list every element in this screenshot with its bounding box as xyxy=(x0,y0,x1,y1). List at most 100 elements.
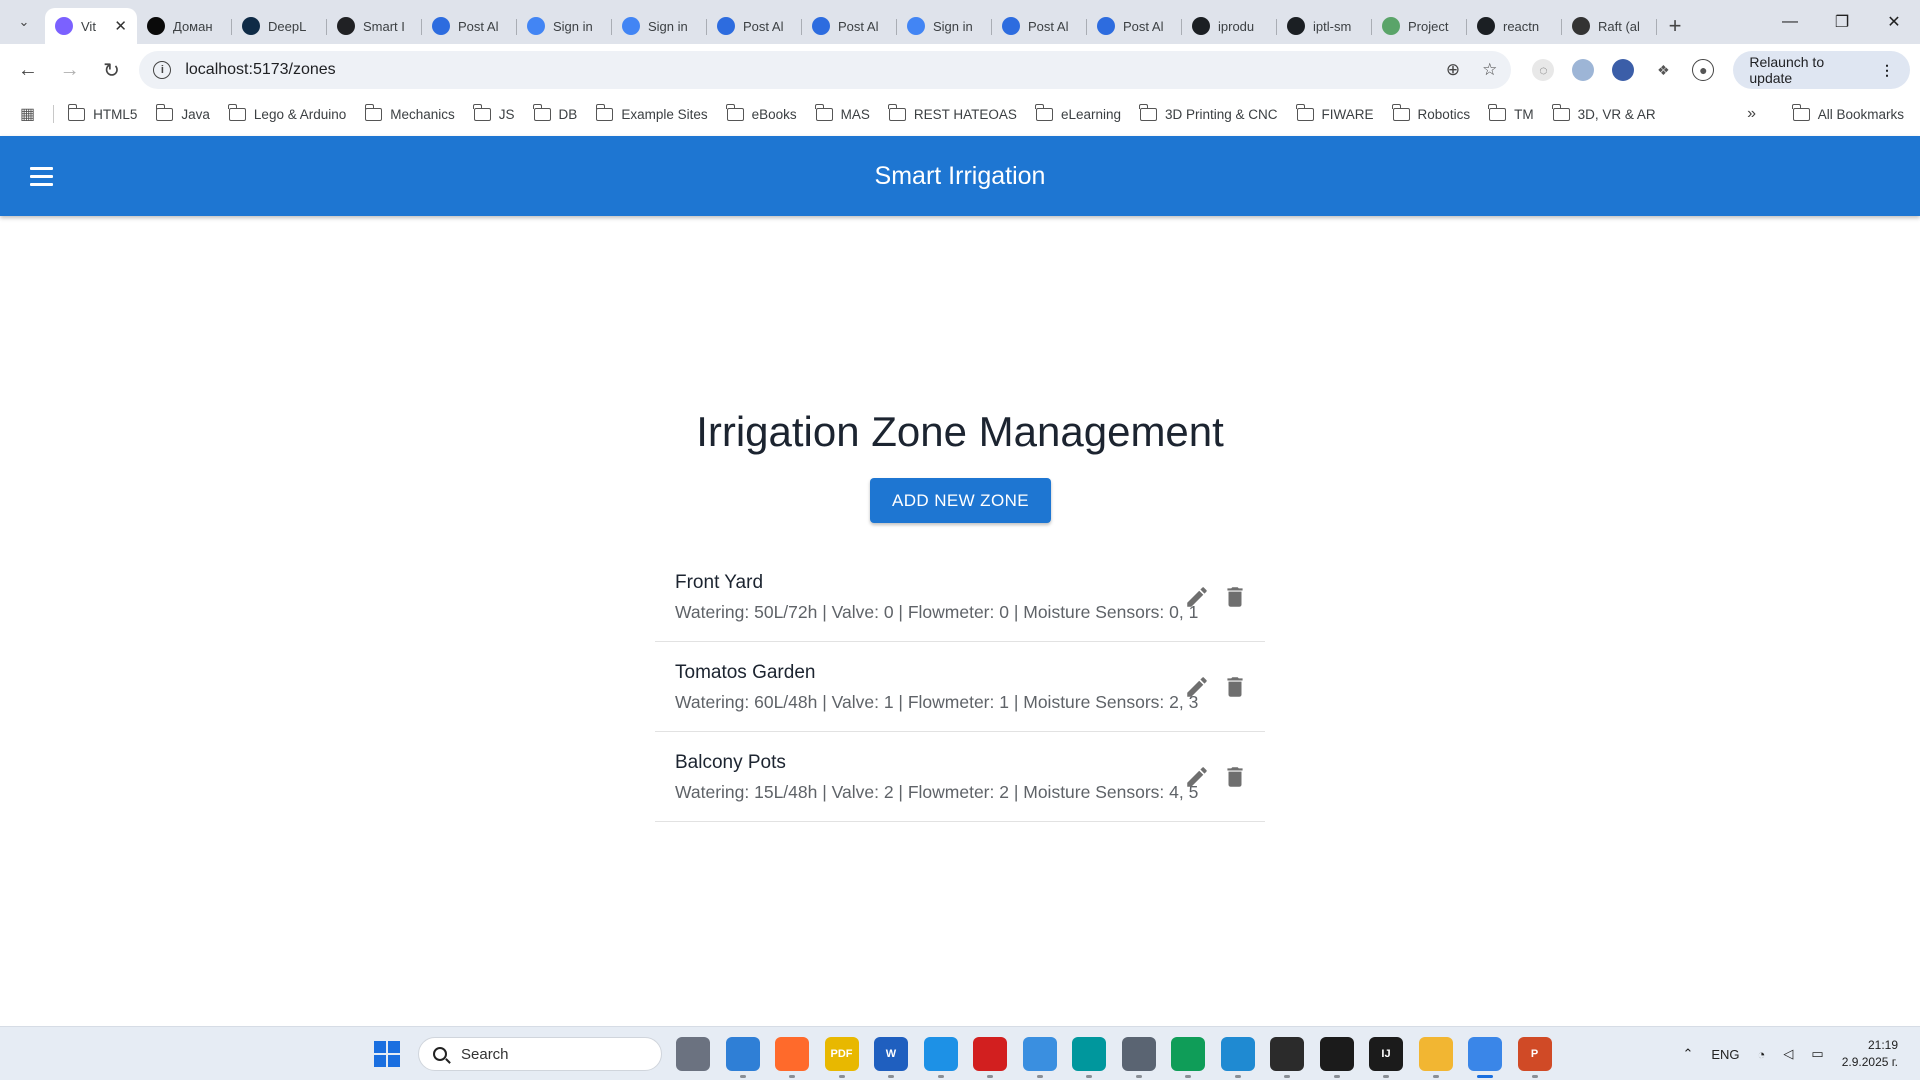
apps-grid-icon[interactable]: ▦ xyxy=(20,104,35,124)
bookmark-folder[interactable]: DB xyxy=(532,103,578,122)
terminal-icon[interactable] xyxy=(1270,1037,1304,1078)
firefox-icon[interactable] xyxy=(775,1037,809,1078)
clock[interactable]: 21:19 2.9.2025 г. xyxy=(1842,1037,1898,1071)
bookmark-folder[interactable]: Java xyxy=(155,103,210,122)
browser-tab[interactable]: Post Al xyxy=(802,8,897,44)
delete-icon[interactable] xyxy=(1221,762,1249,792)
more-vert-icon[interactable]: ⋮ xyxy=(1880,62,1894,79)
browser-tab[interactable]: iptl-sm xyxy=(1277,8,1372,44)
browser-tab[interactable]: Smart I xyxy=(327,8,422,44)
bookmark-label: DB xyxy=(558,106,578,122)
bookmark-list: HTML5 Java Lego & Arduino Mechanics JS DB Exam… xyxy=(67,103,1674,122)
unity-icon[interactable] xyxy=(1319,1037,1354,1078)
edit-icon[interactable] xyxy=(1183,672,1211,702)
powerpoint-icon[interactable]: P xyxy=(1517,1037,1552,1078)
forward-icon[interactable]: → xyxy=(52,52,88,88)
battery-icon[interactable]: ▭ xyxy=(1811,1046,1823,1062)
tab-favicon-icon xyxy=(337,17,355,35)
bookmark-label: TM xyxy=(1514,106,1534,122)
browser-tab[interactable]: Sign in xyxy=(897,8,992,44)
paint-icon[interactable] xyxy=(1022,1037,1057,1078)
new-tab-button[interactable]: + xyxy=(1657,8,1693,44)
back-icon[interactable]: ← xyxy=(10,52,46,88)
menu-icon[interactable] xyxy=(30,162,58,190)
bookmark-folder[interactable]: 3D, VR & AR xyxy=(1551,103,1656,122)
profile-icon[interactable]: ● xyxy=(1692,59,1715,81)
restore-icon[interactable]: ❐ xyxy=(1816,0,1868,44)
bookmark-folder[interactable]: eLearning xyxy=(1035,103,1121,122)
clock-date: 2.9.2025 г. xyxy=(1841,1055,1898,1069)
more-bookmarks-button[interactable]: » xyxy=(1747,105,1756,123)
bookmark-folder[interactable]: Example Sites xyxy=(595,103,708,122)
arduino-icon[interactable] xyxy=(1072,1037,1106,1078)
browser-tab[interactable]: Post Al xyxy=(1087,8,1182,44)
relaunch-button[interactable]: Relaunch to update ⋮ xyxy=(1733,51,1910,89)
zone-name: Front Yard xyxy=(675,572,764,593)
zoom-icon[interactable]: ⊕ xyxy=(1446,60,1460,80)
browser-tab[interactable]: Project xyxy=(1372,8,1467,44)
reload-icon[interactable]: ↻ xyxy=(94,52,130,88)
browser-tab-active[interactable]: Vit ✕ xyxy=(45,8,137,44)
tab-close-icon[interactable]: ✕ xyxy=(114,17,127,35)
acrobat-icon[interactable] xyxy=(973,1037,1007,1078)
browser-tab[interactable]: Доман xyxy=(137,8,232,44)
extension-icon[interactable] xyxy=(1612,59,1635,81)
browser-tab[interactable]: DeepL xyxy=(232,8,327,44)
mongodb-icon[interactable] xyxy=(1171,1037,1205,1078)
bookmark-folder[interactable]: MAS xyxy=(815,103,870,122)
bookmark-folder[interactable]: Lego & Arduino xyxy=(228,103,346,122)
files-icon[interactable] xyxy=(1121,1037,1156,1078)
word-icon[interactable]: W xyxy=(874,1037,908,1078)
browser-tab[interactable]: Post Al xyxy=(422,8,517,44)
search-icon xyxy=(433,1047,447,1061)
delete-icon[interactable] xyxy=(1221,582,1249,612)
close-window-icon[interactable]: ✕ xyxy=(1868,0,1920,44)
chevron-up-icon[interactable]: ⌃ xyxy=(1682,1046,1693,1062)
volume-icon[interactable]: ◁ xyxy=(1783,1046,1793,1062)
windows-start-icon[interactable] xyxy=(374,1041,400,1067)
pdf-tool-icon[interactable]: PDF xyxy=(824,1037,859,1078)
delete-icon[interactable] xyxy=(1221,672,1249,702)
bookmark-folder[interactable]: eBooks xyxy=(726,103,797,122)
bookmark-folder[interactable]: Mechanics xyxy=(364,103,455,122)
browser-tab[interactable]: Post Al xyxy=(707,8,802,44)
add-new-zone-button[interactable]: ADD NEW ZONE xyxy=(870,478,1051,523)
browser-tab[interactable]: Post Al xyxy=(992,8,1087,44)
language-indicator[interactable]: ENG xyxy=(1711,1047,1739,1062)
wifi-icon[interactable]: ◔ xyxy=(1758,1047,1766,1062)
browser-tab[interactable]: Sign in xyxy=(612,8,707,44)
bookmark-folder[interactable]: TM xyxy=(1488,103,1534,122)
browser-tab[interactable]: reactn xyxy=(1467,8,1562,44)
extension-icon[interactable]: ◌ xyxy=(1532,59,1555,81)
extensions-puzzle-icon[interactable]: ❖ xyxy=(1652,59,1674,81)
all-bookmarks-button[interactable]: All Bookmarks xyxy=(1792,103,1904,122)
browser-tab[interactable]: Raft (al xyxy=(1562,8,1657,44)
bookmark-folder[interactable]: 3D Printing & CNC xyxy=(1139,103,1278,122)
edit-icon[interactable] xyxy=(1183,582,1211,612)
url-text[interactable]: localhost:5173/zones xyxy=(185,61,1424,79)
browser-tab[interactable]: iprodu xyxy=(1182,8,1277,44)
bookmark-folder[interactable]: JS xyxy=(473,103,515,122)
folder-icon xyxy=(473,103,491,121)
file-explorer-icon[interactable] xyxy=(1418,1037,1453,1078)
vscode-icon[interactable] xyxy=(1220,1037,1255,1078)
minimize-icon[interactable]: — xyxy=(1764,0,1816,44)
intellij-icon[interactable]: IJ xyxy=(1369,1037,1403,1078)
task-view-icon[interactable] xyxy=(676,1037,710,1071)
docker-icon[interactable] xyxy=(923,1037,958,1078)
chrome-icon[interactable] xyxy=(1468,1037,1502,1078)
edit-icon[interactable] xyxy=(1183,762,1211,792)
bookmark-folder[interactable]: Robotics xyxy=(1391,103,1470,122)
bookmark-folder[interactable]: REST HATEOAS xyxy=(888,103,1017,122)
site-info-icon[interactable]: i xyxy=(153,61,172,79)
folder-icon xyxy=(228,103,246,121)
bookmark-star-icon[interactable]: ☆ xyxy=(1482,60,1497,80)
bookmark-folder[interactable]: FIWARE xyxy=(1295,103,1374,122)
tab-search-button[interactable]: ⌄ xyxy=(7,5,41,39)
taskbar-search[interactable]: Search xyxy=(418,1037,662,1071)
extension-icon[interactable] xyxy=(1572,59,1595,81)
address-bar[interactable]: i localhost:5173/zones ⊕ ☆ xyxy=(139,51,1512,89)
browser-tab[interactable]: Sign in xyxy=(517,8,612,44)
bookmark-folder[interactable]: HTML5 xyxy=(67,103,137,122)
weather-icon[interactable] xyxy=(725,1037,760,1078)
